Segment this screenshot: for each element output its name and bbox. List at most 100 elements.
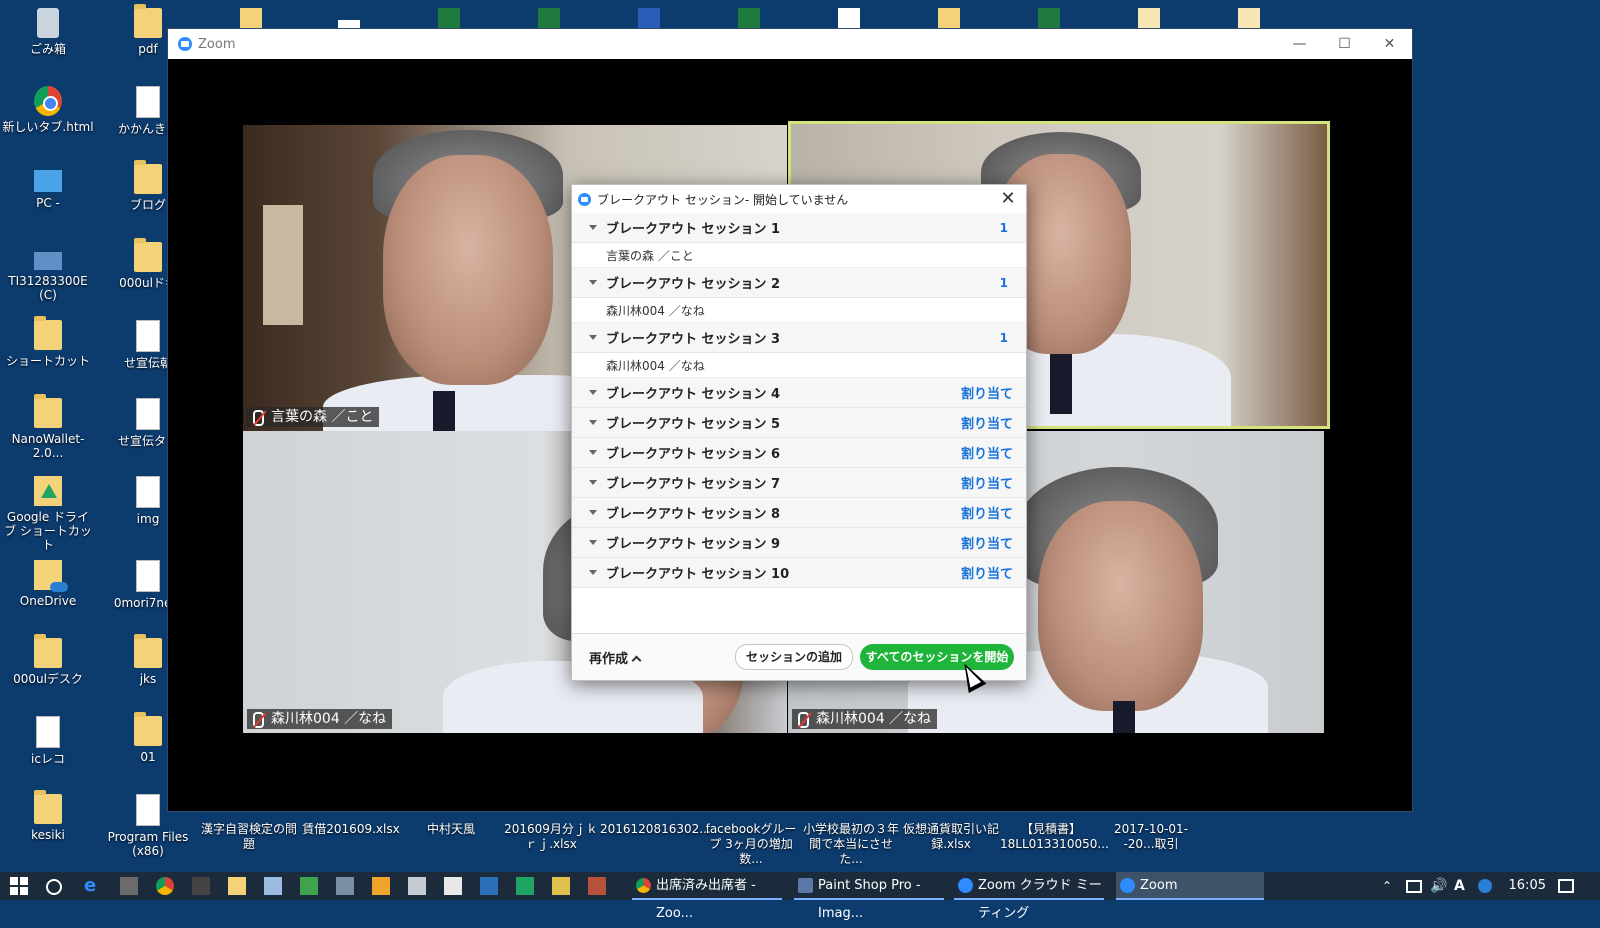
expand-caret-icon[interactable] <box>589 335 597 340</box>
expand-caret-icon[interactable] <box>589 390 597 395</box>
breakout-room-6[interactable]: ブレークアウト セッション 6 割り当て <box>572 438 1026 468</box>
excel-file-icon[interactable] <box>1038 8 1060 28</box>
expand-caret-icon[interactable] <box>589 540 597 545</box>
assign-link[interactable]: 割り当て <box>961 443 1013 462</box>
desktop-icon-kesiki[interactable]: kesiki <box>2 790 94 842</box>
assign-link[interactable]: 割り当て <box>961 563 1013 582</box>
expand-caret-icon[interactable] <box>589 280 597 285</box>
volume-icon[interactable]: 🔊 <box>1430 877 1448 895</box>
ime-indicator[interactable]: A <box>1454 877 1472 895</box>
breakout-room-8[interactable]: ブレークアウト セッション 8 割り当て <box>572 498 1026 528</box>
file-icon[interactable] <box>338 20 360 28</box>
taskbar-task[interactable]: Zoom クラウド ミーティング <box>954 872 1104 921</box>
desktop-icon-label[interactable]: 賃借201609.xlsx <box>300 822 402 837</box>
app-icon[interactable] <box>300 877 318 895</box>
assign-link[interactable]: 割り当て <box>961 473 1013 492</box>
folder-icon[interactable] <box>938 8 960 28</box>
app-icon[interactable] <box>408 877 426 895</box>
app-icon[interactable] <box>228 877 246 895</box>
chevron-up-icon[interactable]: ⌃ <box>1382 877 1400 895</box>
expand-caret-icon[interactable] <box>589 570 597 575</box>
word-file-icon[interactable] <box>638 8 660 28</box>
expand-caret-icon[interactable] <box>589 510 597 515</box>
edge-icon[interactable]: e <box>84 877 102 895</box>
notifications-icon[interactable] <box>1558 879 1574 893</box>
recreate-button[interactable]: 再作成 <box>589 648 642 667</box>
desktop-icon-label[interactable]: facebookグループ 3ヶ月の増加数... <box>700 822 802 867</box>
desktop-icon-icreco[interactable]: icレコ <box>2 716 94 766</box>
desktop-icon-onedrive[interactable]: OneDrive <box>2 560 94 608</box>
zoom-titlebar[interactable]: Zoom — ☐ ✕ <box>168 29 1412 59</box>
breakout-room-1[interactable]: ブレークアウト セッション 1 1 <box>572 213 1026 243</box>
room-member[interactable]: 言葉の森 ／こと <box>572 243 1026 268</box>
desktop-icon-label[interactable]: 201609月分ｊｋｒｊ.xlsx <box>500 822 602 852</box>
chrome-icon[interactable] <box>156 877 174 895</box>
file-explorer-icon[interactable] <box>480 877 498 895</box>
maximize-button[interactable]: ☐ <box>1322 29 1367 59</box>
assign-link[interactable]: 割り当て <box>961 503 1013 522</box>
windows-start-icon[interactable] <box>10 877 28 895</box>
desktop-icon-label[interactable]: 仮想通貨取引い記録.xlsx <box>900 822 1002 852</box>
assign-link[interactable]: 割り当て <box>961 413 1013 432</box>
desktop-icon-drive-c[interactable]: TI31283300E (C) <box>2 242 94 302</box>
breakout-room-5[interactable]: ブレークアウト セッション 5 割り当て <box>572 408 1026 438</box>
breakout-room-4[interactable]: ブレークアウト セッション 4 割り当て <box>572 378 1026 408</box>
room-member[interactable]: 森川林004 ／なね <box>572 298 1026 323</box>
clock[interactable]: 16:05 <box>1509 872 1546 900</box>
room-member[interactable]: 森川林004 ／なね <box>572 353 1026 378</box>
app-icon[interactable] <box>588 877 606 895</box>
expand-caret-icon[interactable] <box>589 450 597 455</box>
desktop-icon-shortcut[interactable]: ショートカット <box>2 316 94 368</box>
breakout-room-2[interactable]: ブレークアウト セッション 2 1 <box>572 268 1026 298</box>
close-button[interactable]: ✕ <box>1367 29 1412 59</box>
desktop-icon-label[interactable]: 2016120816302... <box>600 822 711 837</box>
open-all-sessions-button[interactable]: すべてのセッションを開始 <box>860 644 1014 670</box>
file-icon[interactable] <box>1238 8 1260 28</box>
breakout-room-9[interactable]: ブレークアウト セッション 9 割り当て <box>572 528 1026 558</box>
dialog-titlebar[interactable]: ブレークアウト セッション- 開始していません ✕ <box>572 185 1026 213</box>
cortana-icon[interactable] <box>46 879 62 895</box>
room-name: ブレークアウト セッション 2 <box>606 277 781 292</box>
excel-file-icon[interactable] <box>438 8 460 28</box>
desktop-icon-label[interactable]: 【見積書】18LL013310050... <box>1000 822 1109 852</box>
taskbar-task[interactable]: Paint Shop Pro - Imag... <box>794 872 944 921</box>
app-icon[interactable] <box>336 877 354 895</box>
file-icon[interactable] <box>838 8 860 28</box>
minimize-button[interactable]: — <box>1277 29 1322 59</box>
breakout-room-3[interactable]: ブレークアウト セッション 3 1 <box>572 323 1026 353</box>
file-icon[interactable] <box>1138 8 1160 28</box>
app-icon[interactable] <box>516 877 534 895</box>
desktop-icon-label[interactable]: 2017-10-01--20...取引 <box>1100 822 1202 852</box>
desktop-icon-google-drive[interactable]: Google ドライブ ショートカット <box>2 476 94 552</box>
app-icon[interactable] <box>264 877 282 895</box>
assign-link[interactable]: 割り当て <box>961 533 1013 552</box>
expand-caret-icon[interactable] <box>589 420 597 425</box>
taskbar-task[interactable]: 出席済み出席者 - Zoo... <box>632 872 782 921</box>
expand-caret-icon[interactable] <box>589 480 597 485</box>
add-session-button[interactable]: セッションの追加 <box>735 644 853 670</box>
app-icon[interactable] <box>192 877 210 895</box>
dialog-close-button[interactable]: ✕ <box>998 188 1018 209</box>
media-player-icon[interactable] <box>372 877 390 895</box>
app-icon[interactable] <box>552 877 570 895</box>
excel-file-icon[interactable] <box>538 8 560 28</box>
desktop-icon-label[interactable]: 漢字自習検定の問題 <box>198 822 300 852</box>
desktop-icon-newtab[interactable]: 新しいタブ.html <box>2 86 94 134</box>
desktop-icon-label[interactable]: 中村天風 <box>400 822 502 837</box>
desktop-icon-nanowallet[interactable]: NanoWallet-2.0... <box>2 394 94 460</box>
breakout-room-7[interactable]: ブレークアウト セッション 7 割り当て <box>572 468 1026 498</box>
assign-link[interactable]: 割り当て <box>961 383 1013 402</box>
breakout-room-10[interactable]: ブレークアウト セッション 10 割り当て <box>572 558 1026 588</box>
desktop-icon-label[interactable]: 小学校最初の３年間で本当にさせた... <box>800 822 902 867</box>
taskbar-task-active[interactable]: Zoom <box>1116 872 1264 900</box>
folder-icon[interactable] <box>240 8 262 28</box>
excel-file-icon[interactable] <box>738 8 760 28</box>
expand-caret-icon[interactable] <box>589 225 597 230</box>
app-icon[interactable] <box>120 877 138 895</box>
mail-icon[interactable] <box>444 877 462 895</box>
desktop-icon-desk[interactable]: 000ulデスク <box>2 634 94 686</box>
desktop-icon-pc[interactable]: PC - <box>2 164 94 210</box>
network-icon[interactable] <box>1406 880 1422 893</box>
onedrive-icon[interactable] <box>1478 879 1492 893</box>
desktop-icon-recycle-bin[interactable]: ごみ箱 <box>2 8 94 56</box>
